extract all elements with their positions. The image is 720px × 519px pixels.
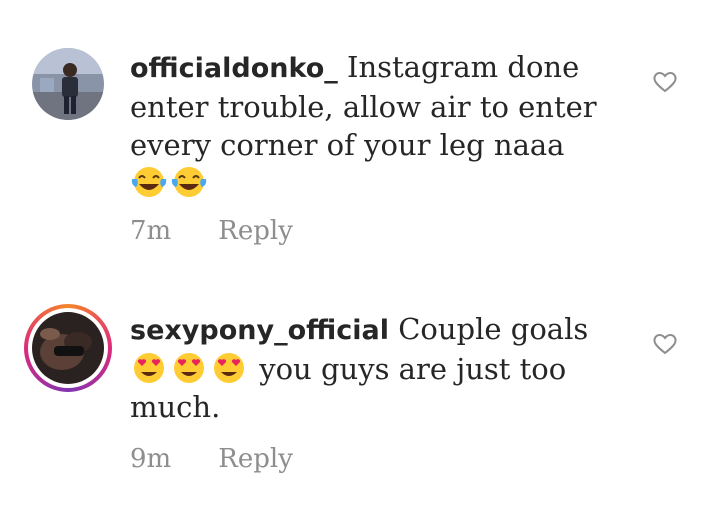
comment-timestamp: 7m <box>130 216 172 246</box>
avatar-sexypony <box>32 312 104 384</box>
comment-message-start: Couple goals <box>398 312 589 346</box>
comment-meta: 7m Reply <box>130 216 293 246</box>
reply-button[interactable]: Reply <box>218 216 293 246</box>
comment-timestamp: 9m <box>130 444 172 474</box>
comment-meta: 9m Reply <box>130 444 293 474</box>
reply-button[interactable]: Reply <box>218 444 293 474</box>
comment-text: officialdonko_ Instagram done enter trou… <box>130 48 630 202</box>
heart-eyes-emoji-icon <box>214 353 244 383</box>
heart-outline-icon[interactable] <box>652 70 678 94</box>
heart-eyes-emoji-icon <box>134 353 164 383</box>
comment-text: sexypony_official Couple goals you guys … <box>130 310 630 426</box>
laughing-tears-emoji-icon <box>171 167 207 197</box>
username-link[interactable]: officialdonko_ <box>130 53 338 84</box>
username-link[interactable]: sexypony_official <box>130 315 389 346</box>
avatar-officialdonko[interactable] <box>32 48 104 120</box>
story-ring[interactable] <box>24 304 112 392</box>
heart-eyes-emoji-icon <box>174 353 204 383</box>
laughing-tears-emoji-icon <box>131 167 167 197</box>
heart-outline-icon[interactable] <box>652 332 678 356</box>
avatar-image <box>32 48 104 120</box>
